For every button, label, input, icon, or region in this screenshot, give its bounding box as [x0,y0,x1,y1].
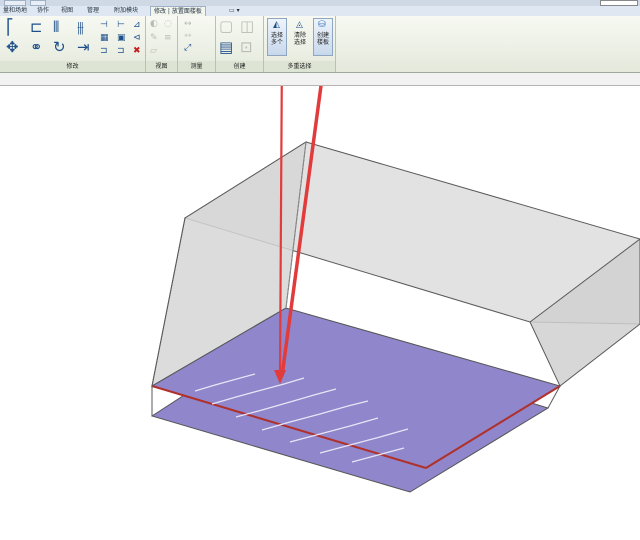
create-floor-icon: ⛁ [318,20,326,30]
override-graphics-icon[interactable]: ◐ [150,20,158,29]
pin-icon[interactable]: ⊿ [133,21,141,30]
tab-modify-place-face-floor[interactable]: 修改 | 放置面楼板 [150,6,206,16]
create-floor-button[interactable]: ⛁ 创建 楼板 [313,18,333,56]
tab-massing-site[interactable]: 量和场地 [0,6,30,16]
paint-icon[interactable]: ≡ [164,34,172,43]
tab-dropdown[interactable]: ▭ ▾ [226,6,243,16]
create-group-icon[interactable]: ◫ [240,19,254,34]
options-bar [0,73,640,86]
ribbon: ⎡ ⊏ ⫴ ⫵ ✥ ⚭ ↻ ⇥ ⊣ ⊢ ⊿ ▦ ▣ ⊲ ⊐ ⊐ ✖ 修改 ◐ ◌… [0,16,640,73]
select-multiple-icon: ◭ [273,20,280,30]
align-icon[interactable]: ⎡ [6,20,14,35]
hide-element-icon[interactable]: ◌ [164,20,172,29]
delete-icon[interactable]: ✖ [133,47,141,56]
clear-selection-button[interactable]: ◬ 清除 选择 [290,18,310,56]
cut-profile-icon[interactable]: ▱ [150,47,157,56]
panel-modify: ⎡ ⊏ ⫴ ⫵ ✥ ⚭ ↻ ⇥ ⊣ ⊢ ⊿ ▦ ▣ ⊲ ⊐ ⊐ ✖ 修改 [0,16,146,72]
panel-multi-select-label: 多重选择 [264,61,335,72]
drawing-canvas[interactable] [0,45,640,536]
copy-icon[interactable]: ⚭ [30,40,43,55]
clear-selection-icon: ◬ [296,20,303,30]
tab-view[interactable]: 视图 [58,6,76,16]
tab-manage[interactable]: 管理 [84,6,102,16]
linework-icon[interactable]: ✎ [150,34,158,43]
panel-create-label: 创建 [216,61,263,72]
trim-single-icon[interactable]: ⊐ [100,47,108,56]
tab-addins[interactable]: 附加模块 [111,6,141,16]
panel-measure-label: 测量 [178,61,215,72]
mirror-draw-axis-icon[interactable]: ⫵ [77,20,84,35]
create-assembly-icon[interactable]: ⊡ [240,40,253,55]
select-multiple-button[interactable]: ◭ 选择 多个 [267,18,287,56]
create-parts-icon[interactable]: ▤ [219,40,233,55]
trim-multiple-icon[interactable]: ⊐ [117,47,125,56]
panel-modify-label: 修改 [0,61,145,72]
split-gap-icon[interactable]: ⊢ [117,21,125,30]
panel-multi-select: ◭ 选择 多个 ◬ 清除 选择 ⛁ 创建 楼板 多重选择 [264,16,336,72]
panel-view: ◐ ◌ ✎ ≡ ▱ 视图 [146,16,178,72]
massing-viewport [150,45,640,493]
measure-icon[interactable]: ↔ [184,20,192,29]
panel-view-label: 视图 [146,61,177,72]
array-icon[interactable]: ▦ [100,34,109,43]
measure-dropdown-icon[interactable]: ⇿ [184,32,192,41]
aligned-dimension-icon[interactable]: ⤢ [184,44,191,53]
move-icon[interactable]: ✥ [6,40,19,55]
rotate-icon[interactable]: ↻ [53,40,66,55]
unpin-icon[interactable]: ⊲ [133,34,141,43]
panel-measure: ↔ ⇿ ⤢ 测量 [178,16,216,72]
scale-icon[interactable]: ▣ [117,34,126,43]
trim-extend-icon[interactable]: ⇥ [77,40,90,55]
panel-create: ▢ ◫ ▤ ⊡ 创建 [216,16,264,72]
offset-icon[interactable]: ⊏ [30,20,43,35]
split-element-icon[interactable]: ⊣ [100,21,108,30]
create-similar-icon[interactable]: ▢ [219,19,233,34]
mirror-pick-axis-icon[interactable]: ⫴ [53,20,59,35]
tab-collaborate[interactable]: 协作 [34,6,52,16]
